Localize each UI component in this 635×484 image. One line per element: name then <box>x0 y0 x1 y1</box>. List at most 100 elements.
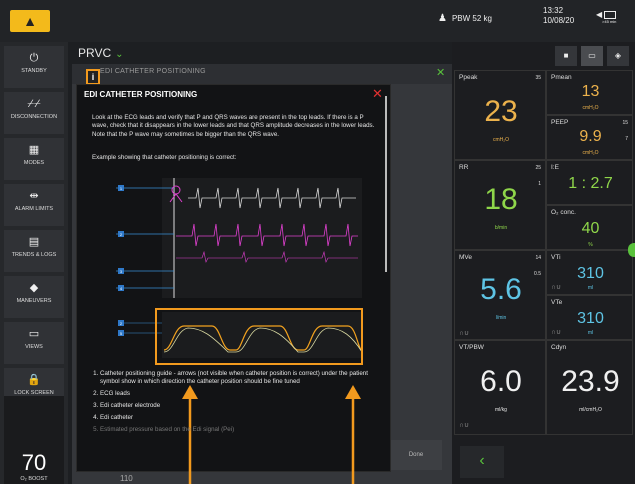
mve-label: MVe <box>459 254 473 261</box>
standby-button[interactable]: ⏻ STANDBY <box>4 46 64 88</box>
o2-conc-value: 40 <box>581 220 600 237</box>
views-label: VIEWS <box>25 344 43 350</box>
o2-conc-unit: % <box>588 242 593 248</box>
alarm-limits-label: ALARM LIMITS <box>14 206 54 212</box>
vte-value: 310 <box>577 310 604 327</box>
ppeak-limit: 35 <box>535 75 541 81</box>
legend-item: Edi catheter <box>100 414 382 422</box>
o2-boost-button[interactable]: 70 O₂ BOOST <box>4 396 64 484</box>
power-icon: ⏻ <box>29 52 39 64</box>
flow-icon: ∩∪ <box>459 422 470 429</box>
popup-close-icon[interactable]: ✕ <box>372 86 383 102</box>
battery-label: >45 min <box>602 19 617 24</box>
pmean-label: Pmean <box>551 74 572 81</box>
flow-icon: ∩∪ <box>459 330 470 337</box>
time-label: 13:32 <box>543 6 564 15</box>
alarm-button[interactable]: ▲ <box>10 10 50 32</box>
ie-cell[interactable]: I:E 1 : 2.7 <box>546 160 633 205</box>
mode-label: PRVC <box>78 46 112 60</box>
power-plug-icon: ◀ <box>596 10 603 19</box>
cdyn-cell[interactable]: Cdyn 23.9 ml/cmH₂O <box>546 340 633 435</box>
pbw-label: PBW 52 kg <box>451 14 492 23</box>
mve-unit: l/min <box>495 315 507 321</box>
popup-scrollbar[interactable] <box>385 96 387 272</box>
trends-logs-label: TRENDS & LOGS <box>11 252 57 258</box>
system-status: ◀ >45 min <box>596 10 617 24</box>
bell-icon: ▲ <box>23 13 37 29</box>
layers-button[interactable]: ◈ <box>607 46 629 66</box>
standby-label: STANDBY <box>21 68 47 74</box>
ecg-panel <box>162 178 362 298</box>
info-button[interactable]: i <box>86 69 100 85</box>
ppeak-cell[interactable]: Ppeak 35 23 cmH₂O <box>454 70 546 160</box>
disconnection-button[interactable]: ⌿⌿ DISCONNECTION <box>4 92 64 134</box>
pmean-cell[interactable]: Pmean 13 cmH₂O <box>546 70 633 115</box>
legend-item: Catheter positioning guide - arrows (not… <box>100 370 382 386</box>
patient-icon: ♟ <box>438 13 447 24</box>
battery-icon <box>604 10 617 19</box>
rr-label: RR <box>459 164 469 171</box>
done-button[interactable]: Done <box>390 440 442 470</box>
legend-item: ECG leads <box>100 390 382 398</box>
disconnection-icon: ⌿⌿ <box>27 98 41 110</box>
chevron-left-icon: ‹ <box>479 452 485 469</box>
view-toolbar: ■ ▭ ◈ <box>555 46 633 68</box>
vtpbw-unit: ml/kg <box>495 407 507 413</box>
dialog-title: EDI CATHETER POSITIONING <box>100 68 206 75</box>
modes-button[interactable]: ▦ MODES <box>4 138 64 180</box>
screen-icon: ▭ <box>588 51 596 60</box>
ppeak-unit: cmH₂O <box>492 137 510 143</box>
mve-cell[interactable]: MVe 14 0.5 5.6 l/min ∩∪ <box>454 250 546 340</box>
trends-icon: ▤ <box>28 236 40 248</box>
views-button[interactable]: ▭ VIEWS <box>4 322 64 364</box>
peep-limit-high: 15 <box>622 120 628 126</box>
vtpbw-value: 6.0 <box>480 365 522 398</box>
rr-limit-high: 25 <box>535 165 541 171</box>
alarm-limits-button[interactable]: ⇹ ALARM LIMITS <box>4 184 64 226</box>
maneuver-icon: ◆ <box>29 282 39 294</box>
lock-icon: 🔒 <box>27 374 41 386</box>
mve-limit-high: 14 <box>535 255 541 261</box>
rr-cell[interactable]: RR 25 1 18 b/min <box>454 160 546 250</box>
ie-value: 1 : 2.7 <box>568 175 613 192</box>
modes-label: MODES <box>23 160 45 166</box>
chevron-down-icon: ⌄ <box>115 49 124 60</box>
camera-icon: ■ <box>563 51 569 60</box>
info-icon: i <box>91 72 95 82</box>
underlying-value: 110 <box>120 474 133 483</box>
ie-label: I:E <box>551 164 559 171</box>
vtpbw-cell[interactable]: VT/PBW 6.0 ml/kg ∩∪ <box>454 340 546 435</box>
freeze-view-button[interactable]: ■ <box>555 46 577 66</box>
back-button[interactable]: ‹ <box>460 446 504 478</box>
o2-conc-label: O₂ conc. <box>551 209 576 216</box>
highlight-box <box>155 308 363 365</box>
vti-cell[interactable]: VTi 310 ml ∩∪ <box>546 250 633 295</box>
grid-icon: ▦ <box>28 144 40 156</box>
rr-unit: b/min <box>494 225 508 231</box>
side-panel-handle[interactable] <box>628 243 635 257</box>
pmean-value: 13 <box>581 83 600 100</box>
layers-icon: ◈ <box>614 51 622 60</box>
top-bar <box>0 0 635 42</box>
vte-label: VTe <box>551 299 563 306</box>
vte-cell[interactable]: VTe 310 ml ∩∪ <box>546 295 633 340</box>
ppeak-label: Ppeak <box>459 74 478 81</box>
o2-boost-label: O₂ BOOST <box>20 476 48 482</box>
trends-logs-button[interactable]: ▤ TRENDS & LOGS <box>4 230 64 272</box>
peep-unit: cmH₂O <box>582 150 599 156</box>
legend-list: Catheter positioning guide - arrows (not… <box>92 370 382 438</box>
clock: 13:32 10/08/20 <box>543 6 574 26</box>
peep-cell[interactable]: PEEP 15 7 9.9 cmH₂O <box>546 115 633 160</box>
ppeak-value: 23 <box>484 95 518 128</box>
maneuvers-button[interactable]: ◆ MANEUVERS <box>4 276 64 318</box>
vti-label: VTi <box>551 254 561 261</box>
disconnection-label: DISCONNECTION <box>10 114 58 120</box>
capture-button[interactable]: ▭ <box>581 46 603 66</box>
flow-icon: ∩∪ <box>551 329 562 336</box>
dialog-close-icon[interactable]: ✕ <box>436 66 445 79</box>
rr-value: 18 <box>484 183 518 216</box>
maneuvers-label: MANEUVERS <box>16 298 52 304</box>
mode-selector[interactable]: PRVC ⌄ <box>78 46 124 60</box>
flow-icon: ∩∪ <box>551 284 562 291</box>
o2-conc-cell[interactable]: O₂ conc. 40 % <box>546 205 633 250</box>
